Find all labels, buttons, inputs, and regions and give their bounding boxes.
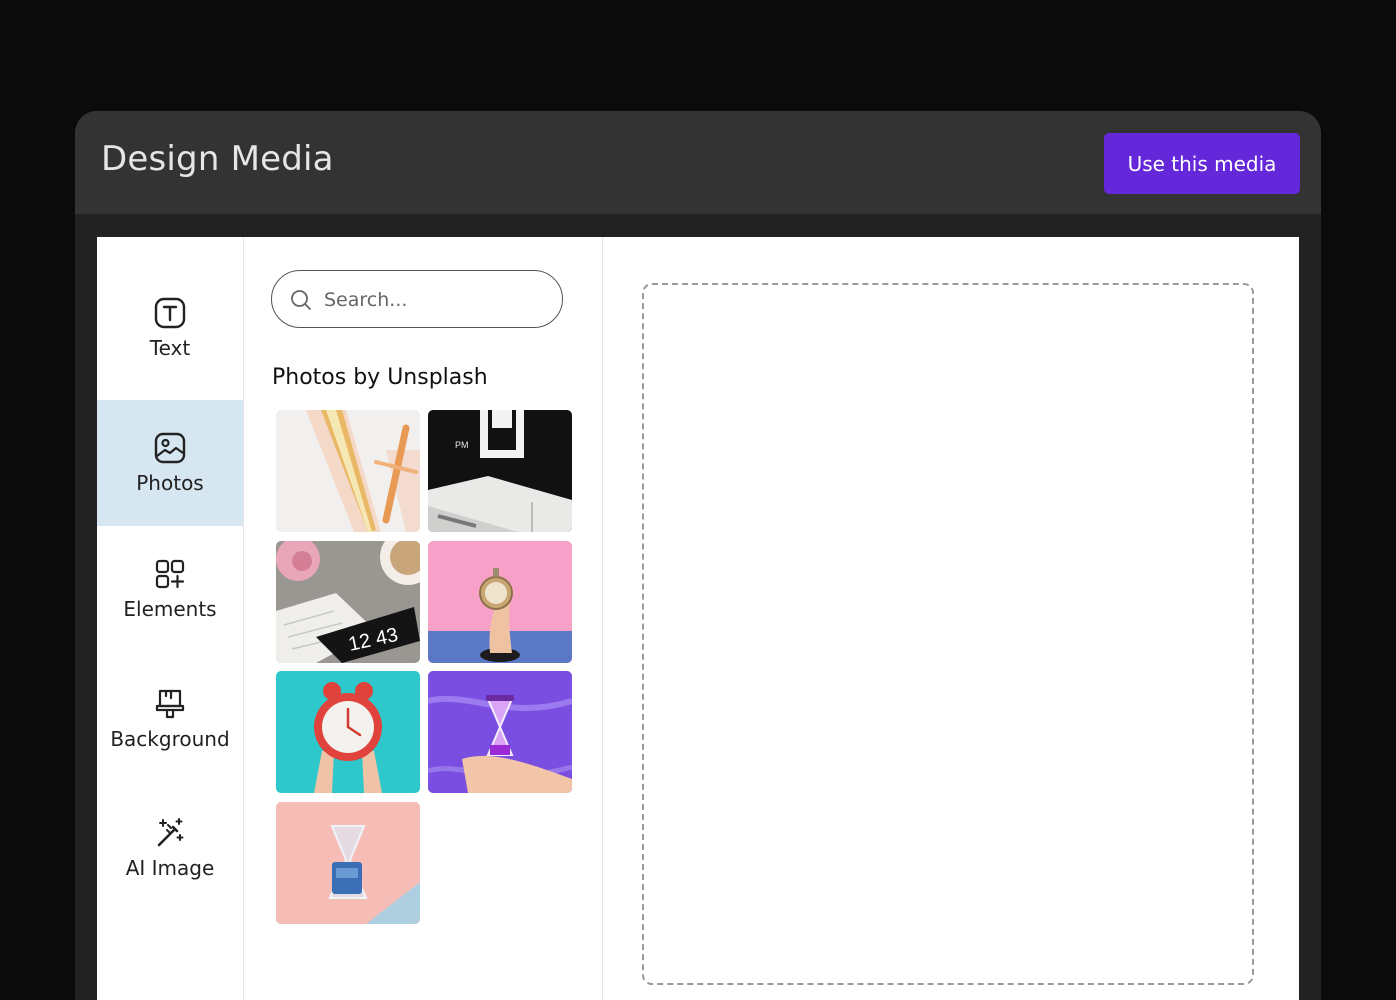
section-title: Photos by Unsplash (272, 365, 488, 390)
sidebar-item-photos[interactable]: Photos (97, 400, 243, 526)
sidebar-item-text[interactable]: Text (97, 265, 243, 391)
photo-pens (276, 410, 420, 532)
sidebar-item-label: Photos (136, 471, 204, 495)
text-icon (154, 297, 186, 329)
photo-thumbnail-desk-clock[interactable]: 12 43 (276, 541, 420, 663)
elements-icon (155, 559, 185, 589)
tool-sidebar: Text Photos Elements Background AI Image (97, 237, 244, 1000)
photo-icon (154, 432, 186, 464)
sidebar-item-label: Text (149, 336, 191, 360)
use-this-media-button[interactable]: Use this media (1104, 133, 1300, 194)
canvas-area (603, 237, 1299, 1000)
search-box[interactable] (271, 270, 563, 328)
photo-thumbnail-hourglass-pink[interactable] (276, 802, 420, 924)
sidebar-item-elements[interactable]: Elements (97, 526, 243, 652)
background-icon (155, 689, 185, 719)
photo-thumbnail-pens[interactable] (276, 410, 420, 532)
media-drop-zone[interactable] (642, 283, 1254, 985)
flip-clock-pm-text: PM (455, 440, 469, 450)
sidebar-item-label: Background (110, 727, 230, 751)
sidebar-item-ai-image[interactable]: AI Image (97, 785, 243, 911)
photo-hourglass-pink (276, 802, 420, 924)
search-input[interactable] (322, 279, 546, 321)
photo-thumbnail-alarm-clock[interactable] (276, 671, 420, 793)
photo-thumbnail-flip-clock[interactable]: PM (428, 410, 572, 532)
search-icon (291, 290, 311, 310)
photo-flip-clock: PM (428, 410, 572, 532)
photo-thumbnail-pocket-watch[interactable] (428, 541, 572, 663)
photo-thumbnail-hourglass-hand[interactable] (428, 671, 572, 793)
sidebar-item-background[interactable]: Background (97, 656, 243, 782)
design-media-window: Design Media Use this media Text Photos (75, 111, 1321, 1000)
sidebar-item-label: AI Image (125, 856, 215, 880)
photo-alarm-clock (276, 671, 420, 793)
photo-desk-clock: 12 43 (276, 541, 420, 663)
page-title: Design Media (101, 139, 334, 179)
photo-hourglass-hand (428, 671, 572, 793)
media-browser: Photos by Unsplash (244, 237, 603, 1000)
editor-panel: Text Photos Elements Background AI Image… (97, 237, 1299, 1000)
sidebar-item-label: Elements (123, 597, 217, 621)
photo-pocket-watch (428, 541, 572, 663)
header-bar: Design Media Use this media (75, 111, 1321, 214)
magic-wand-icon (157, 818, 184, 847)
